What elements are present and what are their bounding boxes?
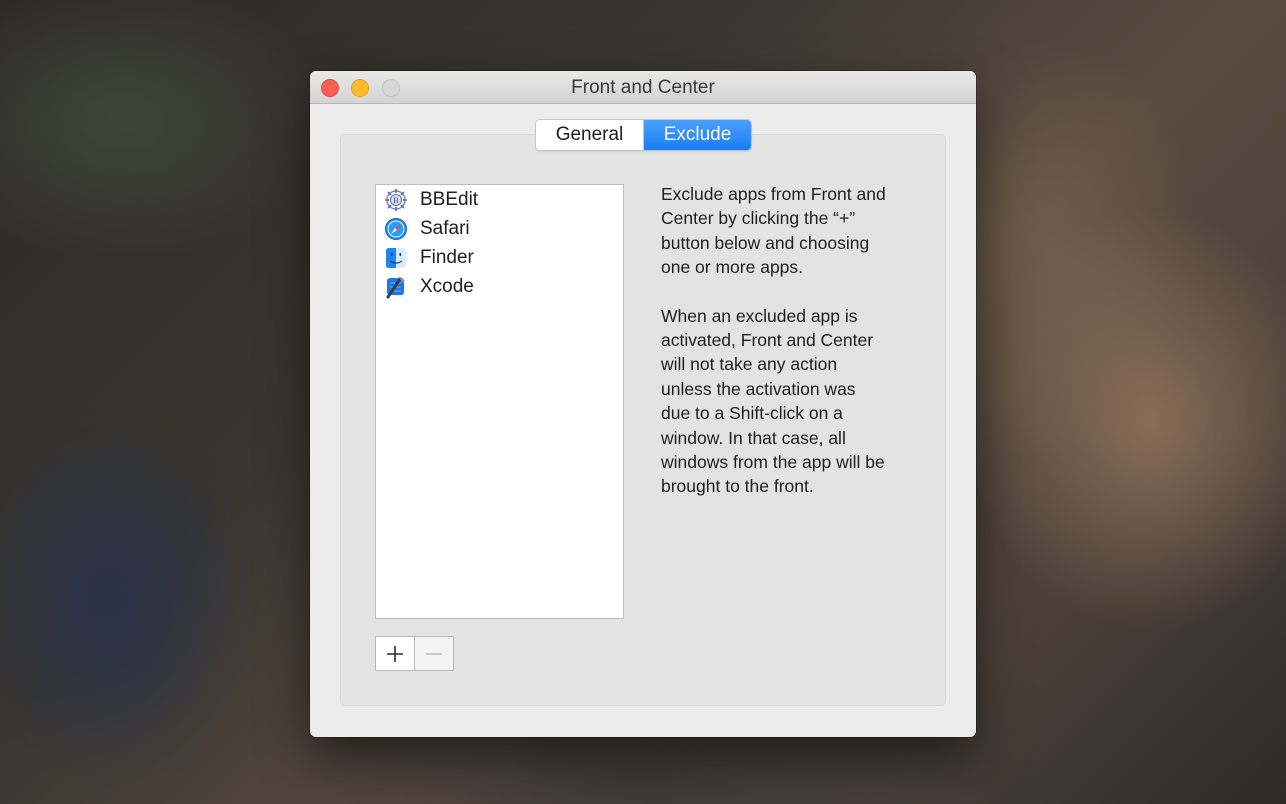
list-item[interactable]: Xcode <box>376 272 623 301</box>
list-item-label: Safari <box>420 217 470 239</box>
excluded-apps-list[interactable]: B BBEdit Safari Finder Xcode <box>375 184 624 619</box>
list-item-label: Xcode <box>420 275 474 297</box>
help-paragraph-1: Exclude apps from Front and Center by cl… <box>661 184 886 278</box>
minus-icon <box>426 652 442 655</box>
plus-icon <box>387 645 403 662</box>
window-title: Front and Center <box>571 77 715 98</box>
tab-control: General Exclude <box>535 119 752 151</box>
safari-app-icon <box>385 217 407 240</box>
svg-text:B: B <box>393 196 398 205</box>
list-item-label: Finder <box>420 246 474 268</box>
remove-app-button[interactable] <box>415 637 453 670</box>
list-item[interactable]: B BBEdit <box>376 185 623 214</box>
tab-exclude[interactable]: Exclude <box>644 120 751 150</box>
list-edit-buttons <box>375 636 454 671</box>
help-paragraph-2: When an excluded app is activated, Front… <box>661 305 885 497</box>
exclude-help-text: Exclude apps from Front and Center by cl… <box>661 182 921 523</box>
finder-app-icon <box>386 247 406 268</box>
xcode-app-icon <box>386 277 405 298</box>
tab-general[interactable]: General <box>536 120 644 150</box>
title-bar[interactable]: Front and Center <box>310 71 976 104</box>
list-item-label: BBEdit <box>420 188 479 210</box>
add-app-button[interactable] <box>376 637 415 670</box>
preferences-window: Front and Center General Exclude B BBEdi… <box>310 71 976 737</box>
bbedit-app-icon: B <box>385 188 407 211</box>
list-item[interactable]: Finder <box>376 243 623 272</box>
list-item[interactable]: Safari <box>376 214 623 243</box>
